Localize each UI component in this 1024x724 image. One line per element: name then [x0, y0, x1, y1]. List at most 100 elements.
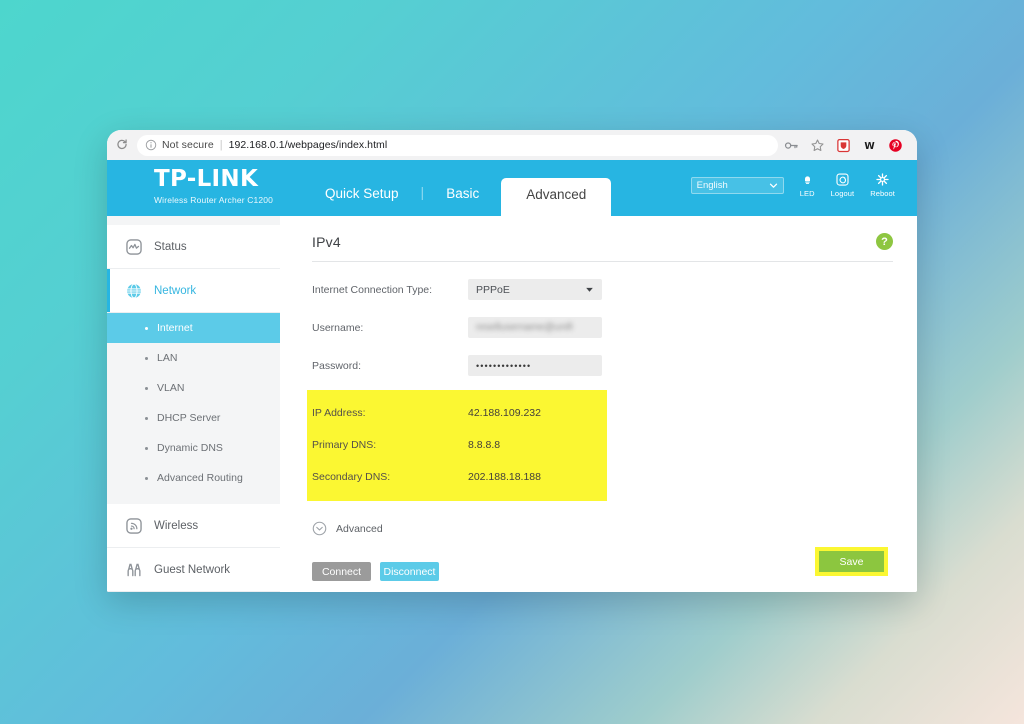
wireless-icon — [126, 517, 142, 534]
svg-text:W: W — [864, 140, 875, 151]
connection-actions: Connect Disconnect — [312, 562, 893, 581]
key-icon[interactable] — [784, 138, 799, 153]
label-password: Password: — [312, 359, 362, 372]
value-primary-dns: 8.8.8.8 — [468, 438, 501, 451]
reboot-icon — [876, 173, 889, 186]
omnibox-divider: | — [219, 139, 223, 151]
language-value: English — [696, 179, 728, 191]
address-bar[interactable]: Not secure | 192.168.0.1/webpages/index.… — [137, 134, 778, 156]
status-icon — [126, 238, 142, 255]
star-icon[interactable] — [810, 138, 825, 153]
tab-quick-setup[interactable]: Quick Setup — [303, 186, 421, 217]
sidebar-item-dynamic-dns[interactable]: Dynamic DNS — [107, 433, 280, 463]
sidebar-label-dynamic-dns: Dynamic DNS — [157, 442, 223, 454]
sidebar-label-lan: LAN — [157, 352, 178, 364]
brand-subtitle: Wireless Router Archer C1200 — [154, 195, 273, 205]
network-globe-icon — [127, 283, 141, 298]
sidebar-label-network: Network — [154, 284, 197, 297]
sidebar-label-guest-network: Guest Network — [154, 563, 231, 576]
label-secondary-dns: Secondary DNS: — [312, 470, 391, 483]
main-nav-tabs: Quick Setup | Basic Advanced — [303, 160, 612, 217]
connection-type-select[interactable]: PPPoE — [468, 279, 602, 300]
sidebar-item-advanced-routing[interactable]: Advanced Routing — [107, 463, 280, 493]
sidebar-item-status[interactable]: Status — [107, 225, 280, 269]
form-row-password: Password: ••••••••••••• — [312, 355, 893, 376]
value-ip-address: 42.188.109.232 — [468, 406, 541, 419]
brand-block: TP-LINK Wireless Router Archer C1200 — [107, 160, 303, 216]
reboot-label: Reboot — [870, 189, 895, 198]
honey-extension-icon[interactable] — [836, 138, 851, 153]
logout-button[interactable]: Logout — [831, 172, 855, 198]
sidebar: Status Network Internet LAN VLAN DHCP Se… — [107, 216, 280, 592]
tab-advanced[interactable]: Advanced — [501, 177, 612, 216]
sidebar-label-advanced-routing: Advanced Routing — [157, 472, 243, 484]
browser-toolbar: Not secure | 192.168.0.1/webpages/index.… — [107, 130, 917, 160]
form-row-connection-type: Internet Connection Type: PPPoE — [312, 279, 893, 300]
sidebar-item-lan[interactable]: LAN — [107, 343, 280, 373]
page-title: IPv4 — [312, 233, 341, 250]
value-secondary-dns: 202.188.18.188 — [468, 470, 541, 483]
form-row-username: Username: resellusername@unifi — [312, 317, 893, 338]
led-label: LED — [799, 189, 815, 198]
sidebar-item-internet[interactable]: Internet — [107, 313, 280, 343]
advanced-label: Advanced — [336, 522, 383, 535]
reload-icon[interactable] — [115, 138, 129, 152]
header-actions: English LED Logout Reboot — [690, 160, 917, 216]
help-button[interactable]: ? — [876, 233, 893, 250]
sidebar-item-wireless[interactable]: Wireless — [107, 504, 280, 548]
bullet-icon — [145, 446, 148, 450]
connect-button[interactable]: Connect — [312, 562, 371, 581]
sidebar-item-guest-network[interactable]: Guest Network — [107, 548, 280, 592]
label-connection-type: Internet Connection Type: — [312, 283, 433, 296]
router-body: Status Network Internet LAN VLAN DHCP Se… — [107, 216, 917, 592]
chevron-down-circle-icon — [312, 521, 327, 536]
info-icon[interactable] — [145, 139, 157, 151]
status-row-primary-dns: Primary DNS: 8.8.8.8 — [312, 432, 607, 457]
sidebar-label-status: Status — [154, 240, 187, 253]
label-primary-dns: Primary DNS: — [312, 438, 377, 451]
pinterest-extension-icon[interactable] — [888, 138, 903, 153]
connection-status-block: IP Address: 42.188.109.232 Primary DNS: … — [307, 390, 607, 501]
connection-type-value: PPPoE — [476, 283, 510, 296]
username-input[interactable]: resellusername@unifi — [468, 317, 602, 338]
save-button[interactable]: Save — [819, 551, 884, 572]
logout-icon — [836, 173, 849, 186]
status-row-ip-address: IP Address: 42.188.109.232 — [312, 400, 607, 425]
browser-window: Not secure | 192.168.0.1/webpages/index.… — [107, 130, 917, 592]
guest-network-icon — [127, 563, 141, 576]
wikipedia-extension-icon[interactable]: W — [862, 138, 877, 153]
bullet-icon — [145, 416, 148, 420]
sidebar-item-network[interactable]: Network — [107, 269, 280, 313]
browser-toolbar-icons: W — [784, 138, 907, 153]
panel-header: IPv4 ? — [312, 233, 893, 262]
tab-basic[interactable]: Basic — [424, 186, 501, 217]
bullet-icon — [145, 386, 148, 390]
save-button-highlight: Save — [815, 547, 888, 576]
logout-label: Logout — [830, 189, 855, 198]
sidebar-label-vlan: VLAN — [157, 382, 185, 394]
url-text: 192.168.0.1/webpages/index.html — [228, 139, 388, 151]
language-select[interactable]: English — [690, 176, 784, 194]
led-icon — [804, 176, 810, 184]
sidebar-label-internet: Internet — [157, 322, 193, 334]
username-value: resellusername@unifi — [476, 322, 573, 333]
bullet-icon — [145, 356, 148, 360]
router-header: TP-LINK Wireless Router Archer C1200 Qui… — [107, 160, 917, 216]
security-status-label: Not secure — [162, 139, 214, 151]
label-username: Username: — [312, 321, 364, 334]
password-value: ••••••••••••• — [476, 360, 532, 371]
led-button[interactable]: LED — [800, 172, 815, 198]
advanced-section-toggle[interactable]: Advanced — [312, 521, 893, 536]
bullet-icon — [145, 476, 148, 480]
chevron-down-icon — [586, 287, 593, 292]
password-input[interactable]: ••••••••••••• — [468, 355, 602, 376]
sidebar-label-wireless: Wireless — [154, 519, 199, 532]
bullet-icon — [145, 326, 148, 330]
sidebar-item-vlan[interactable]: VLAN — [107, 373, 280, 403]
chevron-down-icon — [769, 183, 777, 188]
disconnect-button[interactable]: Disconnect — [380, 562, 439, 581]
sidebar-label-dhcp-server: DHCP Server — [157, 412, 221, 424]
label-ip-address: IP Address: — [312, 406, 366, 419]
reboot-button[interactable]: Reboot — [870, 172, 895, 198]
sidebar-item-dhcp-server[interactable]: DHCP Server — [107, 403, 280, 433]
